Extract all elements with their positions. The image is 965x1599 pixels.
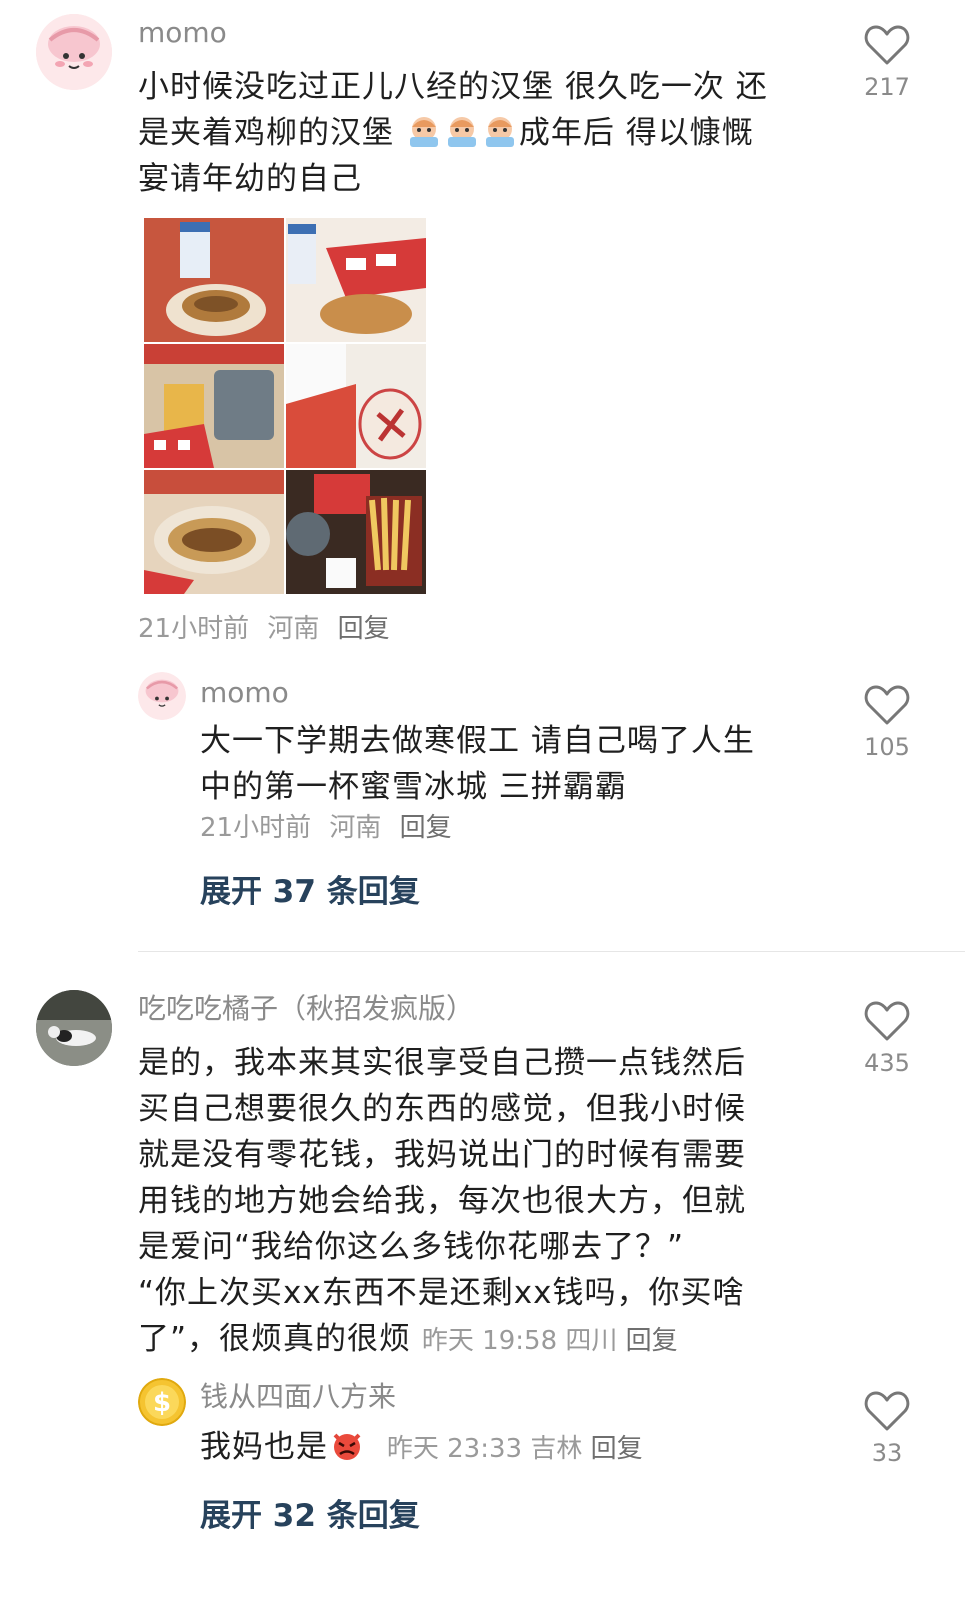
- like-control[interactable]: 105: [847, 684, 927, 762]
- comment-text-line: 买自己想要很久的东西的感觉，但我小时候: [138, 1091, 746, 1127]
- reply-meta: 昨天 23:33 吉林 回复: [387, 1434, 643, 1464]
- like-control[interactable]: 435: [847, 1000, 927, 1078]
- comment-location: 四川: [565, 1326, 618, 1356]
- reply-time: 21小时前: [200, 813, 312, 843]
- avatar[interactable]: [138, 672, 186, 720]
- heart-icon[interactable]: [864, 1390, 910, 1432]
- comment-text-line: 用钱的地方她会给我，每次也很大方，但就: [138, 1183, 746, 1219]
- burger-photo[interactable]: [144, 218, 284, 342]
- avatar[interactable]: [36, 14, 112, 90]
- fries-and-drink-photo[interactable]: [144, 344, 284, 468]
- reply-text-segment: 我妈也是: [200, 1429, 328, 1465]
- heart-icon[interactable]: [864, 684, 910, 726]
- svg-text:$: $: [153, 1388, 171, 1418]
- comment-location: 河南: [267, 614, 320, 644]
- reply-button[interactable]: 回复: [626, 1326, 678, 1356]
- comment-meta: 21小时前 河南 回复: [138, 613, 390, 645]
- reply-button[interactable]: 回复: [591, 1434, 643, 1464]
- comment-text-line: 了”，很烦真的很烦 昨天 19:58 四川 回复: [138, 1316, 828, 1362]
- heart-icon[interactable]: [864, 1000, 910, 1042]
- comment-meta: 昨天 19:58 四川 回复: [422, 1326, 678, 1356]
- reply-meta: 21小时前 河南 回复: [200, 812, 452, 844]
- comment-text-line: 是爱问“我给你这么多钱你花哪去了？”: [138, 1229, 685, 1265]
- reply-button[interactable]: 回复: [338, 614, 390, 644]
- fries-photo[interactable]: [286, 470, 426, 594]
- fried-chicken-photo[interactable]: [286, 344, 426, 468]
- angry-devil-emoji: [328, 1429, 366, 1465]
- comment-text: 是的，我本来其实很享受自己攒一点钱然后 买自己想要很久的东西的感觉，但我小时候 …: [138, 1040, 828, 1362]
- comment-text-line: 是夹着鸡柳的汉堡 成年后 得以慷慨: [138, 110, 828, 156]
- comment-time: 21小时前: [138, 614, 250, 644]
- heart-icon[interactable]: [864, 24, 910, 66]
- photo-grid: [144, 218, 426, 594]
- comment-text-segment: 了”，很烦真的很烦: [138, 1321, 412, 1357]
- comment-text-line: 就是没有零花钱，我妈说出门的时候有需要: [138, 1137, 746, 1173]
- expand-replies-button[interactable]: 展开 32 条回复: [200, 1496, 420, 1536]
- comment-text-line: 小时候没吃过正儿八经的汉堡 很久吃一次 还: [138, 69, 768, 105]
- divider: [138, 951, 965, 952]
- reply-author[interactable]: momo: [200, 676, 289, 710]
- comment-text-line: 宴请年幼的自己: [138, 161, 362, 197]
- comment-author[interactable]: 吃吃吃橘子（秋招发疯版）: [138, 992, 474, 1026]
- comment-text: 小时候没吃过正儿八经的汉堡 很久吃一次 还 是夹着鸡柳的汉堡 成年后 得以慷慨 …: [138, 64, 828, 202]
- comment-text-line: 是的，我本来其实很享受自己攒一点钱然后: [138, 1045, 746, 1081]
- like-count: 105: [864, 733, 910, 761]
- crying-face-emoji: [405, 115, 519, 151]
- reply-text: 我妈也是 昨天 23:33 吉林 回复: [200, 1424, 820, 1470]
- expand-replies-button[interactable]: 展开 37 条回复: [200, 872, 420, 912]
- reply-text: 大一下学期去做寒假工 请自己喝了人生 中的第一杯蜜雪冰城 三拼霸霸: [200, 718, 820, 810]
- like-count: 217: [864, 73, 910, 101]
- like-count: 33: [871, 1439, 903, 1467]
- comment-author[interactable]: momo: [138, 16, 227, 50]
- like-count: 435: [864, 1049, 910, 1077]
- avatar[interactable]: [36, 990, 112, 1066]
- like-control[interactable]: 33: [847, 1390, 927, 1468]
- reply-button[interactable]: 回复: [400, 813, 452, 843]
- avatar[interactable]: $: [138, 1378, 186, 1426]
- reply-location: 河南: [329, 813, 382, 843]
- reply-text-line: 大一下学期去做寒假工 请自己喝了人生: [200, 723, 755, 759]
- like-control[interactable]: 217: [847, 24, 927, 102]
- burger-photo[interactable]: [286, 218, 426, 342]
- reply-author[interactable]: 钱从四面八方来: [200, 1380, 396, 1414]
- comment-text-segment: 成年后 得以慷慨: [518, 115, 754, 151]
- comment-text-segment: 是夹着鸡柳的汉堡: [138, 115, 405, 151]
- comment-text-line: “你上次买xx东西不是还剩xx钱吗，你买啥: [138, 1275, 745, 1311]
- reply-location: 吉林: [530, 1434, 583, 1464]
- burger-photo[interactable]: [144, 470, 284, 594]
- comment-time: 昨天 19:58: [421, 1326, 558, 1356]
- reply-time: 昨天 23:33: [386, 1434, 523, 1464]
- reply-text-line: 中的第一杯蜜雪冰城 三拼霸霸: [200, 769, 627, 805]
